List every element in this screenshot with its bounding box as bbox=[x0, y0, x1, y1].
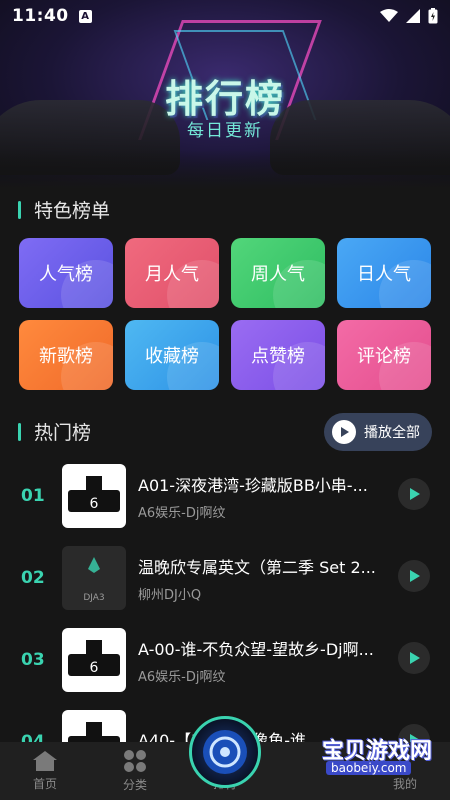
disc-icon bbox=[203, 730, 247, 774]
song-meta: 温晚欣专属英文（第二季 Set 2... 柳州DJ小Q bbox=[138, 554, 390, 603]
cover-label: DJA3 bbox=[83, 593, 105, 603]
song-artist: A6娱乐-Dj啊纹 bbox=[138, 505, 226, 521]
chart-tile[interactable]: 新歌榜 bbox=[19, 320, 113, 390]
wifi-icon bbox=[380, 9, 398, 22]
play-song-button[interactable] bbox=[398, 478, 430, 510]
home-icon bbox=[33, 751, 57, 771]
song-row[interactable]: 03 6 A-00-谁-不负众望-望故乡-Dj啊... A6娱乐-Dj啊纹 bbox=[0, 619, 450, 701]
chart-tile[interactable]: 收藏榜 bbox=[125, 320, 219, 390]
banner-fade bbox=[0, 150, 450, 190]
chart-tile[interactable]: 人气榜 bbox=[19, 238, 113, 308]
song-meta: A01-深夜港湾-珍藏版BB小串-... A6娱乐-Dj啊纹 bbox=[138, 472, 390, 521]
song-rank: 03 bbox=[21, 650, 45, 670]
play-icon bbox=[410, 570, 420, 582]
album-cover-art: 6 bbox=[68, 640, 120, 676]
chart-tile-label: 点赞榜 bbox=[251, 346, 305, 367]
banner-subtitle: 每日更新 bbox=[187, 121, 263, 141]
song-artist: 柳州DJ小Q bbox=[138, 587, 202, 603]
play-icon bbox=[410, 652, 420, 664]
battery-icon bbox=[428, 8, 438, 24]
chart-tile-label: 新歌榜 bbox=[39, 346, 93, 367]
song-row[interactable]: 01 6 A01-深夜港湾-珍藏版BB小串-... A6娱乐-Dj啊纹 bbox=[0, 455, 450, 537]
signal-icon bbox=[406, 9, 420, 23]
heading-accent-bar bbox=[18, 200, 21, 219]
song-title: 温晚欣专属英文（第二季 Set 2... bbox=[138, 557, 376, 577]
svg-text:6: 6 bbox=[90, 660, 99, 676]
nav-label: 首页 bbox=[32, 777, 57, 791]
section-heading-featured: 特色榜单 bbox=[18, 196, 110, 223]
song-rank: 02 bbox=[21, 568, 45, 588]
song-meta: A-00-谁-不负众望-望故乡-Dj啊... A6娱乐-Dj啊纹 bbox=[138, 636, 390, 685]
album-cover: 6 bbox=[62, 464, 126, 528]
song-title: A-00-谁-不负众望-望故乡-Dj啊... bbox=[138, 639, 374, 659]
center-player-button[interactable] bbox=[189, 716, 261, 788]
chart-tile-label: 人气榜 bbox=[39, 264, 93, 285]
play-all-button[interactable]: 播放全部 bbox=[324, 413, 432, 451]
song-rank: 01 bbox=[21, 486, 45, 506]
notification-badge: A bbox=[78, 9, 92, 23]
category-icon bbox=[124, 750, 146, 772]
play-song-button[interactable] bbox=[398, 560, 430, 592]
nav-label: 分类 bbox=[122, 778, 147, 792]
chart-tile-label: 收藏榜 bbox=[145, 346, 199, 367]
chart-tile[interactable]: 日人气 bbox=[337, 238, 431, 308]
album-cover-art: 6 bbox=[68, 476, 120, 512]
play-song-button[interactable] bbox=[398, 642, 430, 674]
chart-tile[interactable]: 周人气 bbox=[231, 238, 325, 308]
album-cover-art bbox=[88, 557, 100, 573]
watermark-url: baobeiy.com bbox=[326, 761, 412, 775]
song-artist: A6娱乐-Dj啊纹 bbox=[138, 669, 226, 685]
nav-item-category[interactable]: 分类 bbox=[90, 742, 180, 800]
chart-tile[interactable]: 评论榜 bbox=[337, 320, 431, 390]
chart-tile-label: 评论榜 bbox=[357, 346, 411, 367]
svg-text:6: 6 bbox=[90, 496, 99, 512]
featured-heading: 特色榜单 bbox=[34, 200, 111, 222]
song-title: A01-深夜港湾-珍藏版BB小串-... bbox=[138, 475, 368, 495]
chart-tile-label: 周人气 bbox=[251, 264, 305, 285]
song-row[interactable]: 02 DJA3 温晚欣专属英文（第二季 Set 2... 柳州DJ小Q bbox=[0, 537, 450, 619]
play-all-label: 播放全部 bbox=[364, 425, 420, 441]
banner-title: 排行榜 bbox=[164, 77, 285, 121]
chart-tile-label: 月人气 bbox=[145, 264, 199, 285]
status-bar: 11:40 A bbox=[0, 0, 450, 32]
section-heading-hot: 热门榜 bbox=[18, 418, 91, 445]
nav-item-home[interactable]: 首页 bbox=[0, 742, 90, 800]
chart-tile[interactable]: 月人气 bbox=[125, 238, 219, 308]
chart-tile-label: 日人气 bbox=[357, 264, 411, 285]
status-time: 11:40 bbox=[12, 6, 69, 26]
featured-chart-grid: 人气榜 月人气 周人气 日人气新歌榜 收藏榜 点赞榜 评论榜 bbox=[19, 238, 431, 390]
play-icon bbox=[332, 420, 356, 444]
hot-heading: 热门榜 bbox=[34, 422, 92, 444]
album-cover: DJA3 bbox=[62, 546, 126, 610]
heading-accent-bar bbox=[18, 422, 21, 441]
play-icon bbox=[410, 488, 420, 500]
album-cover: 6 bbox=[62, 628, 126, 692]
chart-tile[interactable]: 点赞榜 bbox=[231, 320, 325, 390]
site-watermark: 宝贝游戏网 baobeiy.com bbox=[322, 733, 442, 781]
